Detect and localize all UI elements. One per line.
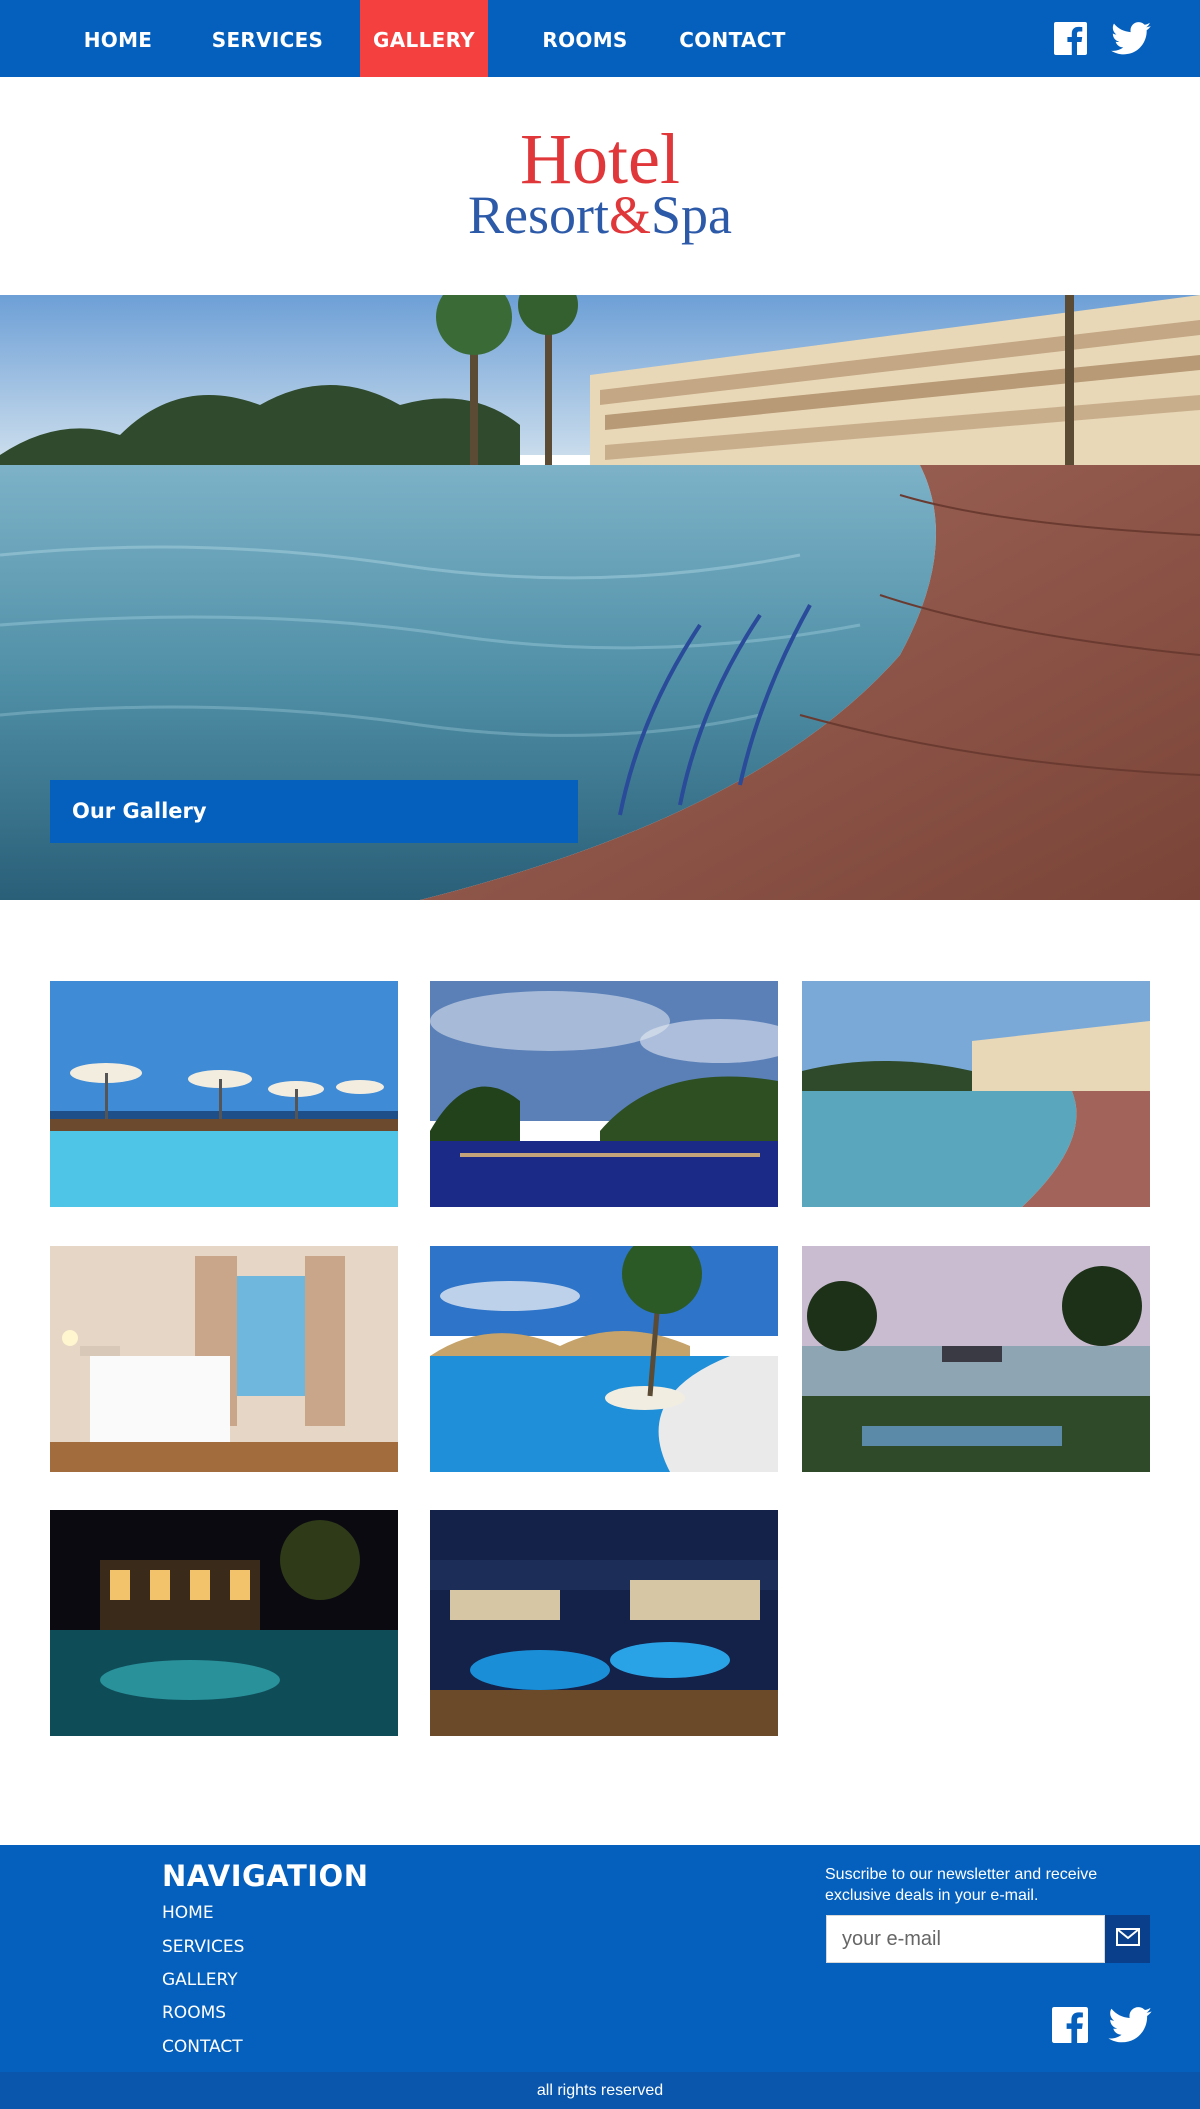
night-resort-aerial-photo [430,1510,778,1736]
sunset-pier-photo [802,1246,1150,1472]
gallery-item-1[interactable] [50,981,398,1207]
footer-link-contact[interactable]: CONTACT [162,2037,243,2057]
gallery-item-3[interactable] [802,981,1150,1207]
nav-rooms[interactable]: ROOMS [530,0,640,77]
email-input[interactable] [826,1915,1105,1963]
footer-link-services[interactable]: SERVICES [162,1937,244,1957]
hero-banner: Our Gallery [0,295,1200,900]
gallery-heading: Our Gallery [50,780,578,843]
nav-contact[interactable]: CONTACT [670,0,795,77]
night-pool-photo [50,1510,398,1736]
hotel-bedroom-photo [50,1246,398,1472]
facebook-icon[interactable] [1052,2007,1088,2047]
site-footer: NAVIGATION HOME SERVICES GALLERY ROOMS C… [0,1845,1200,2072]
gallery-item-2[interactable] [430,981,778,1207]
header-social-links [1054,22,1151,59]
hotel-logo[interactable]: Hotel Resort&Spa [400,119,800,248]
newsletter-text: Suscribe to our newsletter and receive e… [825,1866,1098,1904]
twitter-icon[interactable] [1111,22,1151,59]
nav-gallery[interactable]: GALLERY [360,0,488,77]
twitter-icon[interactable] [1108,2007,1152,2047]
top-navigation: HOME SERVICES GALLERY ROOMS CONTACT [0,0,1200,77]
gallery-item-6[interactable] [802,1246,1150,1472]
footer-link-rooms[interactable]: ROOMS [162,2003,226,2023]
footer-link-gallery[interactable]: GALLERY [162,1970,238,1990]
tropical-pool-photo [430,981,778,1207]
palm-pool-photo [430,1246,778,1472]
gallery-item-7[interactable] [50,1510,398,1736]
infinity-pool-photo [802,981,1150,1207]
copyright-bar: all rights reserved [0,2072,1200,2109]
facebook-icon[interactable] [1054,22,1087,59]
footer-nav-title: NAVIGATION [162,1859,369,1893]
gallery-item-8[interactable] [430,1510,778,1736]
poolside-umbrellas-photo [50,981,398,1207]
footer-social-links [1052,2007,1152,2047]
subscribe-button[interactable] [1105,1915,1150,1963]
svg-text:Resort&Spa: Resort&Spa [468,185,732,245]
envelope-icon [1115,1928,1140,1950]
footer-link-home[interactable]: HOME [162,1903,214,1923]
nav-home[interactable]: HOME [68,0,168,77]
nav-services[interactable]: SERVICES [205,0,330,77]
gallery-item-4[interactable] [50,1246,398,1472]
gallery-item-5[interactable] [430,1246,778,1472]
